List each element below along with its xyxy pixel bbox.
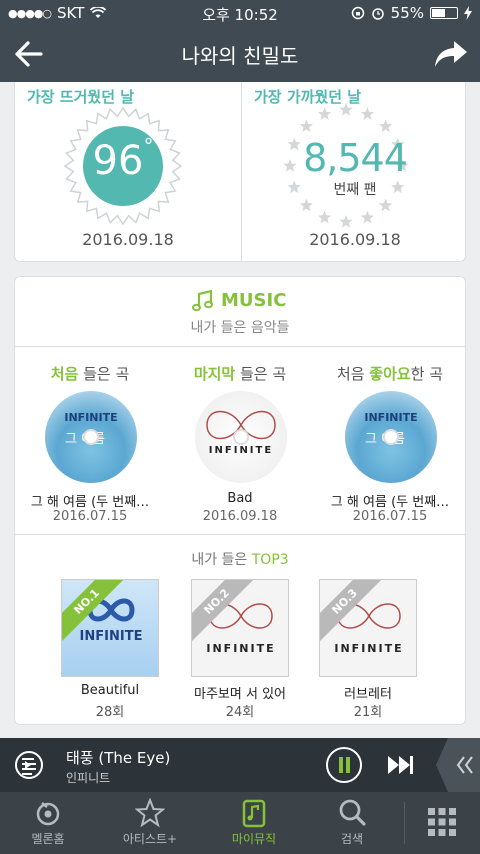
song-name: 그 해 여름 (두 번째… bbox=[30, 495, 150, 510]
top3-title: 내가 들은 TOP3 bbox=[191, 552, 289, 568]
top3-play-count: 21회 bbox=[353, 705, 383, 720]
cd-hole bbox=[383, 429, 399, 445]
music-title: MUSIC bbox=[221, 290, 287, 311]
pause-button[interactable] bbox=[326, 747, 362, 783]
hottest-day-panel: 가장 뜨거웠던 날 96° 2016.09.18 bbox=[15, 82, 241, 262]
my-music-icon bbox=[242, 799, 266, 828]
top3-song-name: 러브레터 bbox=[344, 687, 392, 702]
album-cd: INFINITE그 여름 bbox=[345, 391, 437, 483]
song-caption: 마지막 들은 곡 bbox=[193, 365, 287, 383]
intimacy-stats-card: 가장 뜨거웠던 날 96° 2016.09.18 가장 가까웠던 날 8,544… bbox=[14, 82, 466, 262]
tab-divider bbox=[404, 802, 405, 844]
battery-percent: 55% bbox=[390, 4, 424, 22]
temperature-value: 96° bbox=[92, 134, 154, 184]
ring-star bbox=[339, 103, 353, 116]
now-playing-title[interactable]: 태풍 (The Eye) bbox=[66, 747, 170, 768]
tab-search[interactable]: 검색 bbox=[304, 792, 400, 854]
star-icon bbox=[135, 798, 165, 828]
music-card: MUSIC 내가 들은 음악들 처음 들은 곡 INFINITE그 여름 그 해… bbox=[14, 276, 466, 725]
song-highlights: 처음 들은 곡 INFINITE그 여름 그 해 여름 (두 번째… 2016.… bbox=[15, 347, 465, 535]
svg-text:INFINITE: INFINITE bbox=[80, 629, 143, 644]
song-date: 2016.07.15 bbox=[52, 509, 128, 524]
search-icon bbox=[339, 799, 366, 826]
app-header: 나와의 친밀도 bbox=[0, 26, 480, 82]
ring-star bbox=[299, 198, 314, 212]
song-date: 2016.09.18 bbox=[202, 509, 278, 524]
bottom-tab-bar: 멜론홈 아티스트+ 마이뮤직 검색 bbox=[0, 792, 480, 854]
top3-section: 내가 들은 TOP3 INFINITE NO.1 Beautiful 28회 I… bbox=[15, 535, 465, 725]
album-cd: INFINITE bbox=[195, 391, 287, 483]
top3-album-3[interactable]: INFINITE NO.3 bbox=[319, 579, 417, 677]
tab-my-music[interactable]: 마이뮤직 bbox=[206, 792, 302, 854]
tab-label: 검색 bbox=[340, 832, 364, 846]
svg-text:INFINITE: INFINITE bbox=[364, 411, 417, 424]
top3-song-name: 마주보며 서 있어 bbox=[194, 687, 286, 702]
album-cover-art-icon: INFINITE bbox=[334, 603, 403, 655]
ring-star bbox=[360, 107, 375, 120]
next-track-icon[interactable] bbox=[386, 754, 414, 776]
ring-star bbox=[339, 215, 353, 228]
svg-text:INFINITE: INFINITE bbox=[334, 642, 403, 655]
page-title: 나와의 친밀도 bbox=[181, 44, 299, 68]
closest-day-date: 2016.09.18 bbox=[309, 230, 401, 249]
mini-player: 태풍 (The Eye) 인피니트 bbox=[0, 738, 480, 792]
ring-star bbox=[378, 198, 393, 212]
music-note-icon bbox=[192, 289, 213, 312]
svg-text:INFINITE: INFINITE bbox=[209, 445, 273, 456]
svg-text:INFINITE: INFINITE bbox=[206, 642, 275, 655]
ring-star bbox=[317, 210, 332, 224]
cd-hole bbox=[233, 429, 249, 445]
top3-play-count: 28회 bbox=[95, 705, 125, 720]
battery-icon bbox=[430, 7, 458, 19]
ring-star bbox=[360, 210, 375, 224]
svg-text:INFINITE: INFINITE bbox=[64, 411, 117, 424]
player-expand-handle-icon[interactable] bbox=[436, 738, 480, 792]
tab-label: 아티스트+ bbox=[122, 832, 178, 846]
melon-home-icon bbox=[36, 802, 60, 826]
tab-label: 멜론홈 bbox=[31, 832, 65, 846]
music-header: MUSIC 내가 들은 음악들 bbox=[15, 277, 465, 347]
now-playing-artist[interactable]: 인피니트 bbox=[66, 769, 110, 786]
cd-hole bbox=[83, 429, 99, 445]
music-subtitle: 내가 들은 음악들 bbox=[190, 320, 290, 336]
song-caption: 처음 좋아요한 곡 bbox=[336, 365, 444, 383]
hottest-day-label: 가장 뜨거웠던 날 bbox=[27, 88, 135, 106]
grid-menu-icon[interactable] bbox=[428, 808, 456, 836]
tab-melon-home[interactable]: 멜론홈 bbox=[0, 792, 96, 854]
ring-star bbox=[317, 107, 332, 120]
top3-song-name: Beautiful bbox=[80, 683, 140, 698]
song-caption: 처음 들은 곡 bbox=[50, 365, 130, 383]
last-listened-song[interactable]: 마지막 들은 곡 INFINITE Bad 2016.09.18 bbox=[165, 347, 315, 535]
song-date: 2016.07.15 bbox=[352, 509, 428, 524]
first-listened-song[interactable]: 처음 들은 곡 INFINITE그 여름 그 해 여름 (두 번째… 2016.… bbox=[15, 347, 165, 535]
charging-icon bbox=[464, 6, 472, 20]
fan-rank-number: 8,544 bbox=[303, 136, 408, 180]
song-name: 그 해 여름 (두 번째… bbox=[330, 495, 450, 510]
top3-album-2[interactable]: INFINITE NO.2 bbox=[191, 579, 289, 677]
hottest-day-date: 2016.09.18 bbox=[82, 230, 174, 249]
album-cover-art-icon: INFINITE bbox=[80, 598, 143, 644]
share-icon[interactable] bbox=[434, 39, 468, 69]
album-cover-art-icon: INFINITE bbox=[206, 603, 275, 655]
playlist-icon[interactable] bbox=[14, 750, 44, 780]
tab-label: 마이뮤직 bbox=[231, 832, 277, 846]
status-bar: ●●●●○ SKT 오후 10:52 55% bbox=[0, 0, 480, 26]
alarm-icon bbox=[371, 8, 384, 20]
closest-day-panel: 가장 가까웠던 날 8,544 번째 팬 2016.09.18 bbox=[242, 82, 468, 262]
album-cd: INFINITE그 여름 bbox=[45, 391, 137, 483]
pause-icon bbox=[339, 757, 343, 773]
top3-album-1[interactable]: INFINITE NO.1 bbox=[61, 579, 159, 677]
ring-star bbox=[378, 119, 393, 133]
song-name: Bad bbox=[227, 491, 253, 506]
top3-play-count: 24회 bbox=[225, 705, 255, 720]
fan-rank-suffix: 번째 팬 bbox=[333, 182, 377, 198]
rotation-lock-icon bbox=[351, 6, 364, 20]
first-liked-song[interactable]: 처음 좋아요한 곡 INFINITE그 여름 그 해 여름 (두 번째… 201… bbox=[315, 347, 465, 535]
ring-star bbox=[299, 119, 314, 133]
tab-artist-plus[interactable]: 아티스트+ bbox=[102, 792, 198, 854]
